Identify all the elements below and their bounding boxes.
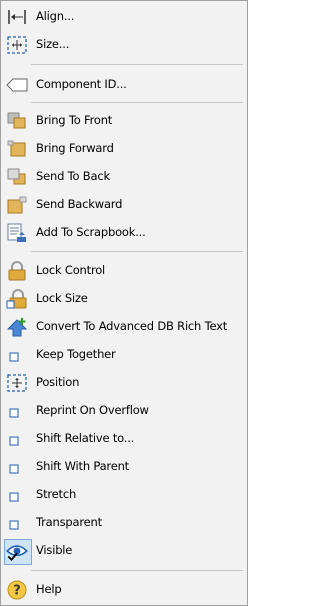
menu-item-label: Lock Control bbox=[36, 263, 106, 277]
menu-item-stretch[interactable]: Stretch bbox=[3, 482, 245, 508]
visible-eye-icon bbox=[4, 539, 32, 565]
menu-item-bring-forward[interactable]: Bring Forward bbox=[3, 136, 245, 162]
menu-item-label: Add To Scrapbook... bbox=[36, 225, 146, 239]
menu-item-label: Shift With Parent bbox=[36, 459, 129, 473]
menu-item-transparent[interactable]: Transparent bbox=[3, 510, 245, 536]
menu-item-label: Component ID... bbox=[36, 77, 127, 91]
checkbox-icon bbox=[6, 401, 28, 421]
menu-item-label: Lock Size bbox=[36, 291, 88, 305]
menu-item-label: Bring Forward bbox=[36, 141, 114, 155]
bring-to-front-icon bbox=[6, 111, 28, 131]
menu-item-shift-relative-to[interactable]: Shift Relative to... bbox=[3, 426, 245, 452]
checkbox-icon bbox=[6, 485, 28, 505]
menu-item-label: Send Backward bbox=[36, 197, 123, 211]
menu-item-size[interactable]: Size... bbox=[3, 32, 245, 58]
menu-separator bbox=[31, 102, 243, 103]
menu-item-label: Reprint On Overflow bbox=[36, 403, 149, 417]
scrapbook-icon bbox=[6, 223, 28, 243]
menu-separator bbox=[31, 64, 243, 65]
menu-item-bring-to-front[interactable]: Bring To Front bbox=[3, 108, 245, 134]
menu-item-label: Send To Back bbox=[36, 169, 110, 183]
send-to-back-icon bbox=[6, 167, 28, 187]
tag-icon bbox=[6, 75, 28, 95]
menu-item-label: Help bbox=[36, 582, 62, 596]
padlock-size-icon bbox=[6, 289, 28, 309]
checkbox-icon bbox=[6, 429, 28, 449]
menu-item-label: Shift Relative to... bbox=[36, 431, 135, 445]
position-icon bbox=[6, 373, 28, 393]
menu-item-label: Align... bbox=[36, 9, 75, 23]
bring-forward-icon bbox=[6, 139, 28, 159]
menu-separator bbox=[31, 251, 243, 252]
menu-separator bbox=[31, 570, 243, 571]
menu-item-align[interactable]: Align... bbox=[3, 4, 245, 30]
menu-item-lock-size[interactable]: Lock Size bbox=[3, 286, 245, 312]
menu-item-label: Keep Together bbox=[36, 347, 116, 361]
size-icon bbox=[6, 35, 28, 55]
padlock-icon bbox=[6, 261, 28, 281]
checkbox-icon bbox=[6, 345, 28, 365]
context-menu: Align... Size... Component ID... Bring T… bbox=[0, 0, 248, 606]
checkbox-icon bbox=[6, 513, 28, 533]
menu-item-send-backward[interactable]: Send Backward bbox=[3, 192, 245, 218]
menu-item-label: Bring To Front bbox=[36, 113, 113, 127]
menu-item-visible[interactable]: Visible bbox=[3, 538, 245, 565]
menu-item-help[interactable]: ? Help bbox=[3, 577, 245, 603]
send-backward-icon bbox=[6, 195, 28, 215]
menu-item-label: Stretch bbox=[36, 487, 77, 501]
menu-item-label: Visible bbox=[36, 543, 73, 557]
menu-item-lock-control[interactable]: Lock Control bbox=[3, 258, 245, 284]
menu-item-label: Position bbox=[36, 375, 80, 389]
menu-item-reprint-on-overflow[interactable]: Reprint On Overflow bbox=[3, 398, 245, 424]
menu-item-send-to-back[interactable]: Send To Back bbox=[3, 164, 245, 190]
convert-arrow-icon bbox=[6, 317, 28, 337]
menu-item-label: Convert To Advanced DB Rich Text bbox=[36, 319, 228, 333]
menu-item-component-id[interactable]: Component ID... bbox=[3, 72, 245, 98]
menu-item-keep-together[interactable]: Keep Together bbox=[3, 342, 245, 368]
menu-item-label: Transparent bbox=[36, 515, 102, 529]
menu-item-shift-with-parent[interactable]: Shift With Parent bbox=[3, 454, 245, 480]
menu-item-position[interactable]: Position bbox=[3, 370, 245, 396]
svg-text:?: ? bbox=[13, 584, 21, 599]
align-icon bbox=[6, 7, 28, 27]
menu-item-label: Size... bbox=[36, 37, 70, 51]
menu-item-convert-rich-text[interactable]: Convert To Advanced DB Rich Text bbox=[3, 314, 245, 340]
menu-item-add-to-scrapbook[interactable]: Add To Scrapbook... bbox=[3, 220, 245, 246]
help-icon: ? bbox=[6, 580, 28, 600]
checkbox-icon bbox=[6, 457, 28, 477]
